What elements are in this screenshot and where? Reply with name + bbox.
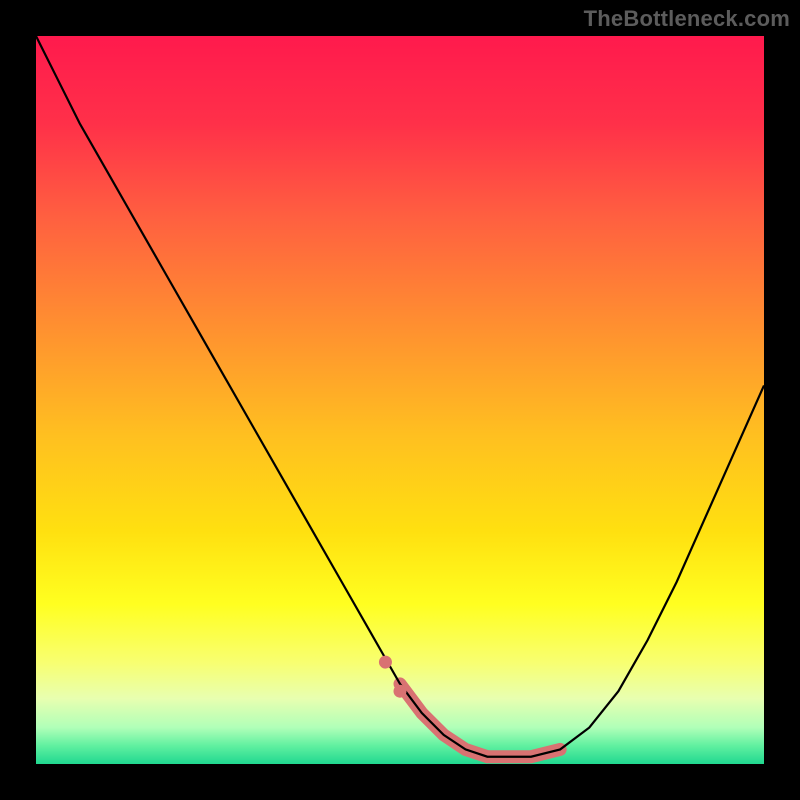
chart-svg	[36, 36, 764, 764]
dot-1	[379, 656, 392, 669]
highlight-band	[400, 684, 560, 757]
outer-frame: TheBottleneck.com	[0, 0, 800, 800]
plot-area	[36, 36, 764, 764]
watermark-text: TheBottleneck.com	[584, 6, 790, 32]
dot-2	[393, 685, 406, 698]
bottleneck-curve	[36, 36, 764, 757]
